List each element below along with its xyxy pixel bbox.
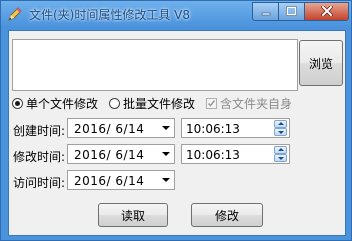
- batch-file-radio[interactable]: 批量文件修改: [109, 95, 195, 111]
- spin-up-icon[interactable]: [274, 146, 287, 154]
- single-file-label: 单个文件修改: [26, 96, 99, 111]
- chevron-down-icon[interactable]: [162, 152, 170, 156]
- maximize-button[interactable]: [278, 2, 304, 21]
- spin-up-icon[interactable]: [274, 120, 287, 128]
- chevron-down-icon[interactable]: [162, 178, 170, 182]
- modified-time-input[interactable]: 10:06:13: [181, 144, 290, 164]
- created-time-value: 10:06:13: [186, 122, 240, 136]
- modified-time-spinner[interactable]: [274, 146, 287, 162]
- browse-button-label: 浏览: [308, 56, 333, 71]
- modified-time-value: 10:06:13: [186, 148, 240, 162]
- accessed-date-value: 2016/ 6/14: [74, 174, 145, 188]
- client-area: 浏览 单个文件修改 批量文件修改 含文件夹自身 创建时间: 2016/ 6/14…: [8, 30, 346, 236]
- maximize-icon: [286, 5, 297, 19]
- read-button[interactable]: 读取: [98, 203, 168, 227]
- include-folder-label: 含文件夹自身: [220, 96, 293, 111]
- read-button-label: 读取: [120, 208, 145, 223]
- created-date-picker[interactable]: 2016/ 6/14: [67, 118, 175, 138]
- created-date-value: 2016/ 6/14: [74, 122, 145, 136]
- include-folder-checkbox[interactable]: 含文件夹自身: [206, 95, 292, 111]
- title-bar[interactable]: 文件(夹)时间属性修改工具 V8: [1, 1, 351, 27]
- created-time-label: 创建时间:: [13, 124, 66, 138]
- created-time-input[interactable]: 10:06:13: [181, 118, 290, 138]
- app-window: 文件(夹)时间属性修改工具 V8 浏览 单个文件修改 批量文件修改 含文件夹自身…: [0, 0, 352, 241]
- radio-selected-indicator: [12, 97, 23, 109]
- modify-button[interactable]: 修改: [191, 203, 263, 227]
- single-file-radio[interactable]: 单个文件修改: [12, 95, 98, 111]
- chevron-down-icon[interactable]: [162, 126, 170, 130]
- minimize-icon: [261, 5, 271, 19]
- batch-file-label: 批量文件修改: [123, 96, 196, 111]
- pencil-icon: [7, 6, 23, 22]
- created-time-spinner[interactable]: [274, 120, 287, 136]
- browse-button[interactable]: 浏览: [299, 40, 343, 86]
- spin-down-icon[interactable]: [274, 128, 287, 136]
- path-input[interactable]: [12, 39, 298, 91]
- modified-date-picker[interactable]: 2016/ 6/14: [67, 144, 175, 164]
- accessed-time-label: 访问时间:: [13, 176, 66, 190]
- modify-button-label: 修改: [214, 208, 239, 223]
- radio-indicator: [109, 97, 120, 109]
- window-title: 文件(夹)时间属性修改工具 V8: [29, 8, 191, 22]
- accessed-date-picker[interactable]: 2016/ 6/14: [67, 170, 175, 190]
- checkmark-icon: [206, 97, 217, 109]
- spin-down-icon[interactable]: [274, 154, 287, 162]
- close-button[interactable]: [304, 2, 349, 21]
- minimize-button[interactable]: [252, 2, 278, 21]
- close-icon: [320, 4, 333, 19]
- modified-date-value: 2016/ 6/14: [74, 148, 145, 162]
- modified-time-label: 修改时间:: [13, 150, 66, 164]
